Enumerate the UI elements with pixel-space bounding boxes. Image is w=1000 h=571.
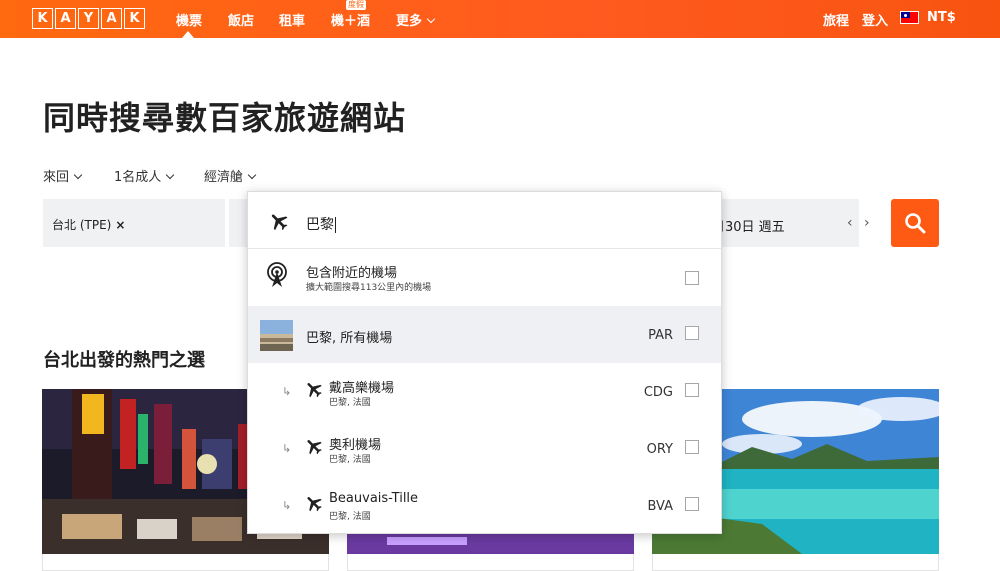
logo-letter: A — [101, 8, 122, 29]
origin-chip[interactable]: 台北 (TPE) × — [52, 216, 125, 233]
include-nearby-airports-row[interactable]: 包含附近的機場 擴大範圍搜尋113公里內的機場 — [248, 249, 721, 306]
destination-card-footer — [652, 554, 939, 571]
destination-input-value: 巴黎 — [306, 217, 334, 233]
date-prev-button[interactable]: ‹ — [847, 215, 853, 231]
city-code: PAR — [648, 328, 673, 343]
top-navigation-bar: K A Y A K 機票 飯店 租車 度假 機＋酒 更多 旅程 登入 NT$ — [0, 0, 1000, 38]
airport-row-cdg[interactable]: ↳ 戴高樂機場 巴黎, 法國 CDG — [248, 363, 721, 420]
city-checkbox[interactable] — [685, 326, 699, 340]
airport-checkbox[interactable] — [685, 497, 699, 511]
chevron-down-icon — [247, 170, 257, 180]
text-cursor — [335, 217, 336, 233]
airport-code: BVA — [647, 499, 673, 514]
logo-letter: K — [124, 8, 145, 29]
airport-row-ory[interactable]: ↳ 奧利機場 巴黎, 法國 ORY — [248, 420, 721, 477]
radar-antenna-icon — [267, 262, 287, 287]
airport-title: Beauvais-Tille — [329, 491, 419, 506]
cabin-select[interactable]: 經濟艙 — [204, 166, 257, 185]
logo-letter: A — [55, 8, 76, 29]
nav-login[interactable]: 登入 — [862, 10, 888, 29]
airport-code: ORY — [646, 442, 673, 457]
logo-letter: Y — [78, 8, 99, 29]
destination-input[interactable]: 巴黎 — [306, 214, 336, 234]
active-tab-indicator — [182, 31, 194, 38]
airport-row-bva[interactable]: ↳ Beauvais-Tille 巴黎, 法國 BVA — [248, 477, 721, 534]
airport-title: 奧利機場 — [329, 438, 382, 453]
airport-code: CDG — [643, 385, 673, 400]
airport-checkbox[interactable] — [685, 440, 699, 454]
departure-date[interactable]: 月30日 週五 — [712, 216, 785, 235]
search-icon — [905, 213, 926, 234]
travelers-select[interactable]: 1名成人 — [114, 166, 175, 185]
nav-trips[interactable]: 旅程 — [823, 10, 849, 29]
paris-thumbnail — [260, 320, 293, 351]
trip-type-select[interactable]: 來回 — [43, 166, 83, 185]
trip-type-label: 來回 — [43, 170, 70, 185]
destination-card-footer — [347, 554, 634, 571]
airport-checkbox[interactable] — [685, 383, 699, 397]
city-title: 巴黎, 所有機場 — [306, 331, 393, 346]
packages-badge: 度假 — [346, 0, 366, 10]
nearby-checkbox[interactable] — [685, 271, 699, 285]
popular-destinations-heading: 台北出發的熱門之選 — [43, 350, 205, 371]
plane-icon — [307, 440, 322, 455]
travelers-label: 1名成人 — [114, 170, 162, 185]
chevron-down-icon — [166, 170, 175, 180]
taiwan-flag-icon[interactable] — [900, 11, 919, 24]
nav-cars[interactable]: 租車 — [279, 10, 305, 29]
remove-origin-icon[interactable]: × — [115, 218, 125, 232]
cabin-label: 經濟艙 — [204, 170, 244, 185]
nav-hotels[interactable]: 飯店 — [228, 10, 254, 29]
logo-letter: K — [32, 8, 53, 29]
sub-item-arrow-icon: ↳ — [282, 385, 292, 398]
nav-flights[interactable]: 機票 — [176, 10, 202, 29]
nearby-title: 包含附近的機場 — [306, 266, 398, 281]
plane-icon — [307, 497, 322, 512]
nav-more-label: 更多 — [396, 14, 423, 29]
page-title: 同時搜尋數百家旅遊網站 — [43, 99, 407, 137]
date-next-button[interactable]: › — [864, 215, 870, 231]
chevron-down-icon — [73, 170, 83, 180]
nav-packages[interactable]: 機＋酒 — [331, 10, 370, 29]
destination-search-row[interactable]: 巴黎 — [248, 192, 721, 249]
currency-selector[interactable]: NT$ — [927, 10, 956, 25]
airport-subtitle: 巴黎, 法國 — [329, 455, 371, 465]
airport-subtitle: 巴黎, 法國 — [329, 512, 371, 522]
nav-more[interactable]: 更多 — [396, 10, 436, 29]
sub-item-arrow-icon: ↳ — [282, 499, 292, 512]
nearby-subtitle: 擴大範圍搜尋113公里內的機場 — [306, 283, 432, 293]
airport-subtitle: 巴黎, 法國 — [329, 398, 371, 408]
search-button[interactable] — [891, 199, 939, 247]
origin-chip-label: 台北 (TPE) — [52, 218, 112, 232]
destination-autocomplete-dropdown: 巴黎 包含附近的機場 擴大範圍搜尋113公里內的機場 巴黎, 所有機場 PAR … — [247, 191, 722, 534]
city-all-airports-row[interactable]: 巴黎, 所有機場 PAR — [248, 306, 721, 363]
kayak-logo[interactable]: K A Y A K — [32, 8, 145, 30]
airport-title: 戴高樂機場 — [329, 381, 395, 396]
sub-item-arrow-icon: ↳ — [282, 442, 292, 455]
destination-card-footer — [42, 554, 329, 571]
plane-icon — [271, 214, 288, 231]
chevron-down-icon — [426, 14, 436, 24]
plane-icon — [307, 383, 322, 398]
